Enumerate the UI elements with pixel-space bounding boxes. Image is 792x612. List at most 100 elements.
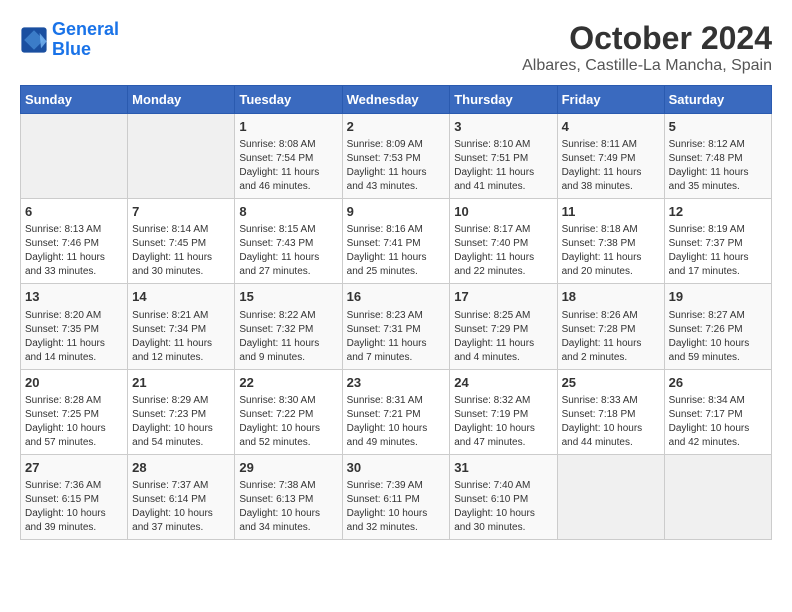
day-number: 28	[132, 459, 230, 477]
calendar-cell: 20 Sunrise: 8:28 AM Sunset: 7:25 PM Dayli…	[21, 369, 128, 454]
day-info: Sunrise: 8:32 AM Sunset: 7:19 PM Dayligh…	[454, 394, 552, 450]
calendar-cell: 9 Sunrise: 8:16 AM Sunset: 7:41 PM Daylig…	[342, 199, 450, 284]
calendar-cell: 31Sunrise: 7:40 AM Sunset: 6:10 PM Dayli…	[450, 454, 557, 539]
day-number: 24	[454, 374, 552, 392]
day-number: 12	[669, 203, 767, 221]
day-number: 21	[132, 374, 230, 392]
column-header-tuesday: Tuesday	[235, 86, 342, 114]
day-number: 22	[239, 374, 337, 392]
day-info: Sunrise: 7:38 AM Sunset: 6:13 PM Dayligh…	[239, 479, 337, 535]
calendar-cell	[21, 114, 128, 199]
day-info: Sunrise: 7:36 AM Sunset: 6:15 PM Dayligh…	[25, 479, 123, 535]
day-info: Sunrise: 8:12 AM Sunset: 7:48 PM Dayligh…	[669, 138, 767, 194]
column-header-saturday: Saturday	[664, 86, 771, 114]
calendar-cell: 11 Sunrise: 8:18 AM Sunset: 7:38 PM Dayli…	[557, 199, 664, 284]
month-title: October 2024	[522, 20, 772, 57]
day-number: 2	[347, 118, 446, 136]
calendar-week-row: 13Sunrise: 8:20 AM Sunset: 7:35 PM Dayli…	[21, 284, 772, 369]
location-title: Albares, Castille-La Mancha, Spain	[522, 57, 772, 75]
calendar-cell: 16 Sunrise: 8:23 AM Sunset: 7:31 PM Dayli…	[342, 284, 450, 369]
calendar-cell: 22 Sunrise: 8:30 AM Sunset: 7:22 PM Dayli…	[235, 369, 342, 454]
day-number: 13	[25, 288, 123, 306]
column-header-monday: Monday	[128, 86, 235, 114]
calendar-cell: 6Sunrise: 8:13 AM Sunset: 7:46 PM Daylig…	[21, 199, 128, 284]
calendar-cell: 29Sunrise: 7:38 AM Sunset: 6:13 PM Dayli…	[235, 454, 342, 539]
day-number: 1	[239, 118, 337, 136]
day-number: 30	[347, 459, 446, 477]
calendar-cell: 26Sunrise: 8:34 AM Sunset: 7:17 PM Dayli…	[664, 369, 771, 454]
day-info: Sunrise: 8:10 AM Sunset: 7:51 PM Dayligh…	[454, 138, 552, 194]
day-number: 10	[454, 203, 552, 221]
day-info: Sunrise: 8:30 AM Sunset: 7:22 PM Dayligh…	[239, 394, 337, 450]
calendar-table: SundayMondayTuesdayWednesdayThursdayFrid…	[20, 85, 772, 540]
calendar-cell: 23 Sunrise: 8:31 AM Sunset: 7:21 PM Dayli…	[342, 369, 450, 454]
calendar-week-row: 20 Sunrise: 8:28 AM Sunset: 7:25 PM Dayli…	[21, 369, 772, 454]
day-info: Sunrise: 8:26 AM Sunset: 7:28 PM Dayligh…	[562, 309, 660, 365]
day-number: 25	[562, 374, 660, 392]
calendar-cell: 5 Sunrise: 8:12 AM Sunset: 7:48 PM Daylig…	[664, 114, 771, 199]
day-info: Sunrise: 8:23 AM Sunset: 7:31 PM Dayligh…	[347, 309, 446, 365]
day-info: Sunrise: 8:15 AM Sunset: 7:43 PM Dayligh…	[239, 223, 337, 279]
calendar-cell: 25 Sunrise: 8:33 AM Sunset: 7:18 PM Dayli…	[557, 369, 664, 454]
title-block: October 2024 Albares, Castille-La Mancha…	[522, 20, 772, 75]
logo-text: General Blue	[52, 20, 119, 60]
day-number: 18	[562, 288, 660, 306]
day-info: Sunrise: 8:18 AM Sunset: 7:38 PM Dayligh…	[562, 223, 660, 279]
day-info: Sunrise: 7:39 AM Sunset: 6:11 PM Dayligh…	[347, 479, 446, 535]
day-number: 15	[239, 288, 337, 306]
calendar-cell: 7 Sunrise: 8:14 AM Sunset: 7:45 PM Daylig…	[128, 199, 235, 284]
day-info: Sunrise: 8:27 AM Sunset: 7:26 PM Dayligh…	[669, 309, 767, 365]
day-number: 16	[347, 288, 446, 306]
calendar-cell: 27 Sunrise: 7:36 AM Sunset: 6:15 PM Dayli…	[21, 454, 128, 539]
day-number: 17	[454, 288, 552, 306]
day-info: Sunrise: 8:29 AM Sunset: 7:23 PM Dayligh…	[132, 394, 230, 450]
calendar-cell: 12 Sunrise: 8:19 AM Sunset: 7:37 PM Dayli…	[664, 199, 771, 284]
day-info: Sunrise: 8:14 AM Sunset: 7:45 PM Dayligh…	[132, 223, 230, 279]
day-info: Sunrise: 8:19 AM Sunset: 7:37 PM Dayligh…	[669, 223, 767, 279]
logo-icon	[20, 26, 48, 54]
day-info: Sunrise: 8:33 AM Sunset: 7:18 PM Dayligh…	[562, 394, 660, 450]
day-info: Sunrise: 8:34 AM Sunset: 7:17 PM Dayligh…	[669, 394, 767, 450]
day-number: 11	[562, 203, 660, 221]
calendar-cell: 4 Sunrise: 8:11 AM Sunset: 7:49 PM Daylig…	[557, 114, 664, 199]
calendar-cell: 21 Sunrise: 8:29 AM Sunset: 7:23 PM Dayli…	[128, 369, 235, 454]
day-info: Sunrise: 7:37 AM Sunset: 6:14 PM Dayligh…	[132, 479, 230, 535]
calendar-cell: 14 Sunrise: 8:21 AM Sunset: 7:34 PM Dayli…	[128, 284, 235, 369]
calendar-cell: 10 Sunrise: 8:17 AM Sunset: 7:40 PM Dayli…	[450, 199, 557, 284]
day-info: Sunrise: 8:17 AM Sunset: 7:40 PM Dayligh…	[454, 223, 552, 279]
calendar-cell: 30 Sunrise: 7:39 AM Sunset: 6:11 PM Dayli…	[342, 454, 450, 539]
day-info: Sunrise: 8:08 AM Sunset: 7:54 PM Dayligh…	[239, 138, 337, 194]
day-number: 27	[25, 459, 123, 477]
day-info: Sunrise: 8:31 AM Sunset: 7:21 PM Dayligh…	[347, 394, 446, 450]
day-info: Sunrise: 8:21 AM Sunset: 7:34 PM Dayligh…	[132, 309, 230, 365]
day-info: Sunrise: 8:09 AM Sunset: 7:53 PM Dayligh…	[347, 138, 446, 194]
day-number: 20	[25, 374, 123, 392]
calendar-cell: 15 Sunrise: 8:22 AM Sunset: 7:32 PM Dayli…	[235, 284, 342, 369]
day-number: 3	[454, 118, 552, 136]
day-info: Sunrise: 8:22 AM Sunset: 7:32 PM Dayligh…	[239, 309, 337, 365]
day-info: Sunrise: 8:28 AM Sunset: 7:25 PM Dayligh…	[25, 394, 123, 450]
day-number: 9	[347, 203, 446, 221]
calendar-cell: 18 Sunrise: 8:26 AM Sunset: 7:28 PM Dayli…	[557, 284, 664, 369]
calendar-week-row: 6Sunrise: 8:13 AM Sunset: 7:46 PM Daylig…	[21, 199, 772, 284]
column-header-wednesday: Wednesday	[342, 86, 450, 114]
day-number: 5	[669, 118, 767, 136]
day-number: 23	[347, 374, 446, 392]
column-header-friday: Friday	[557, 86, 664, 114]
day-info: Sunrise: 7:40 AM Sunset: 6:10 PM Dayligh…	[454, 479, 552, 535]
calendar-cell	[128, 114, 235, 199]
calendar-cell: 13Sunrise: 8:20 AM Sunset: 7:35 PM Dayli…	[21, 284, 128, 369]
logo: General Blue	[20, 20, 119, 60]
day-info: Sunrise: 8:25 AM Sunset: 7:29 PM Dayligh…	[454, 309, 552, 365]
day-info: Sunrise: 8:11 AM Sunset: 7:49 PM Dayligh…	[562, 138, 660, 194]
day-number: 14	[132, 288, 230, 306]
day-number: 4	[562, 118, 660, 136]
calendar-cell: 2 Sunrise: 8:09 AM Sunset: 7:53 PM Daylig…	[342, 114, 450, 199]
day-number: 6	[25, 203, 123, 221]
calendar-cell: 8Sunrise: 8:15 AM Sunset: 7:43 PM Daylig…	[235, 199, 342, 284]
day-number: 7	[132, 203, 230, 221]
calendar-week-row: 1 Sunrise: 8:08 AM Sunset: 7:54 PM Daylig…	[21, 114, 772, 199]
day-info: Sunrise: 8:16 AM Sunset: 7:41 PM Dayligh…	[347, 223, 446, 279]
calendar-cell: 1 Sunrise: 8:08 AM Sunset: 7:54 PM Daylig…	[235, 114, 342, 199]
calendar-cell: 17 Sunrise: 8:25 AM Sunset: 7:29 PM Dayli…	[450, 284, 557, 369]
